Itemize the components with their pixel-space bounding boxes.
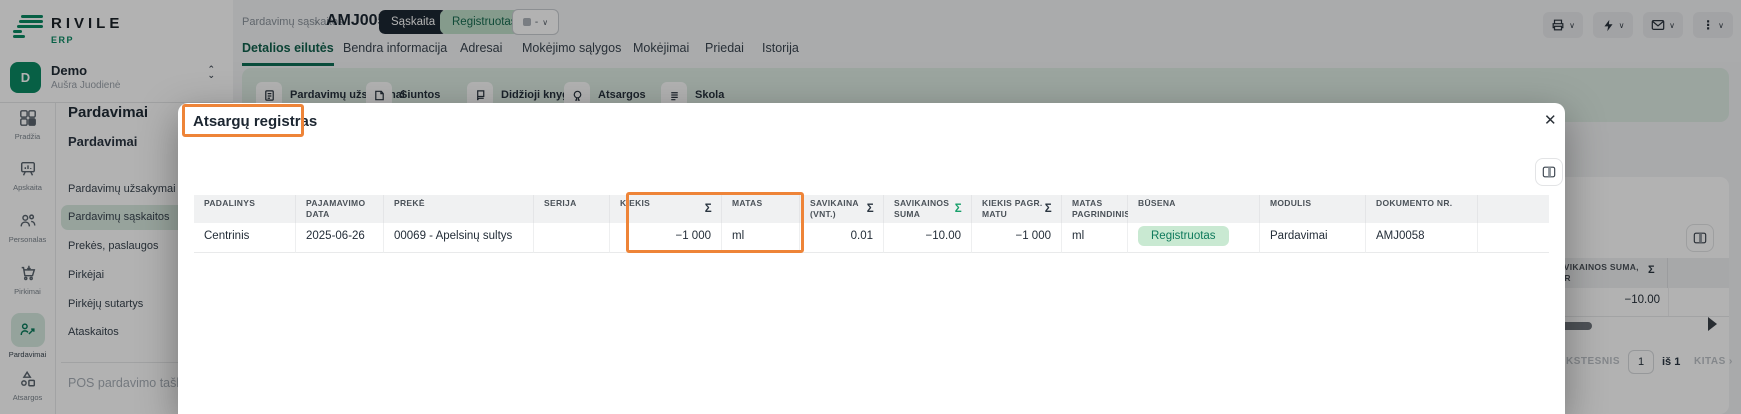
col-kiekis[interactable]: KIEKISΣ: [610, 195, 722, 223]
sigma-icon[interactable]: Σ: [705, 202, 712, 216]
cell-pajamavimo-data: 2025-06-26: [296, 223, 384, 253]
sigma-icon[interactable]: Σ: [867, 202, 874, 216]
col-modulis[interactable]: MODULIS: [1260, 195, 1366, 223]
col-serija[interactable]: SERIJA: [534, 195, 610, 223]
col-kiekis-pagr-matu[interactable]: KIEKIS PAGR. MATUΣ: [972, 195, 1062, 223]
atsargu-registras-modal: Atsargų registras ✕ PADALINYS PAJAMAVIMO…: [178, 103, 1565, 414]
inventory-register-table: PADALINYS PAJAMAVIMO DATA PREKĖ SERIJA K…: [194, 195, 1549, 253]
cell-kiekis-pagr-matu: −1 000: [972, 223, 1062, 253]
modal-title: Atsargų registras: [193, 113, 317, 130]
columns-settings-button[interactable]: [1535, 158, 1563, 186]
cell-dokumento-nr: AMJ0058: [1366, 223, 1478, 253]
col-busena[interactable]: BŪSENA: [1128, 195, 1260, 223]
cell-empty: [1478, 223, 1549, 253]
columns-icon: [1542, 165, 1556, 179]
cell-preke: 00069 - Apelsinų sultys: [384, 223, 534, 253]
col-matas[interactable]: MATAS: [722, 195, 800, 223]
cell-matas: ml: [722, 223, 800, 253]
cell-matas-pagrindinis: ml: [1062, 223, 1128, 253]
cell-savikainos-suma: −10.00: [884, 223, 972, 253]
col-savikainos-suma[interactable]: SAVIKAINOS SUMAΣ: [884, 195, 972, 223]
table-row[interactable]: Centrinis 2025-06-26 00069 - Apelsinų su…: [194, 223, 1549, 253]
cell-serija: [534, 223, 610, 253]
sigma-icon[interactable]: Σ: [1045, 202, 1052, 216]
cell-busena: Registruotas: [1128, 223, 1260, 253]
close-button[interactable]: ✕: [1544, 111, 1557, 129]
table-header-row: PADALINYS PAJAMAVIMO DATA PREKĖ SERIJA K…: [194, 195, 1549, 223]
col-padalinys[interactable]: PADALINYS: [194, 195, 296, 223]
sigma-icon-active[interactable]: Σ: [955, 202, 962, 216]
col-pajamavimo-data[interactable]: PAJAMAVIMO DATA: [296, 195, 384, 223]
col-savikaina-vnt[interactable]: SAVIKAINA (VNT.)Σ: [800, 195, 884, 223]
col-dokumento-nr[interactable]: DOKUMENTO NR.: [1366, 195, 1478, 223]
col-matas-pagrindinis[interactable]: MATAS PAGRINDINIS: [1062, 195, 1128, 223]
col-empty: [1478, 195, 1549, 223]
cell-kiekis: −1 000: [610, 223, 722, 253]
cell-savikaina-vnt: 0.01: [800, 223, 884, 253]
status-badge: Registruotas: [1138, 226, 1229, 246]
cell-padalinys: Centrinis: [194, 223, 296, 253]
cell-modulis: Pardavimai: [1260, 223, 1366, 253]
col-preke[interactable]: PREKĖ: [384, 195, 534, 223]
